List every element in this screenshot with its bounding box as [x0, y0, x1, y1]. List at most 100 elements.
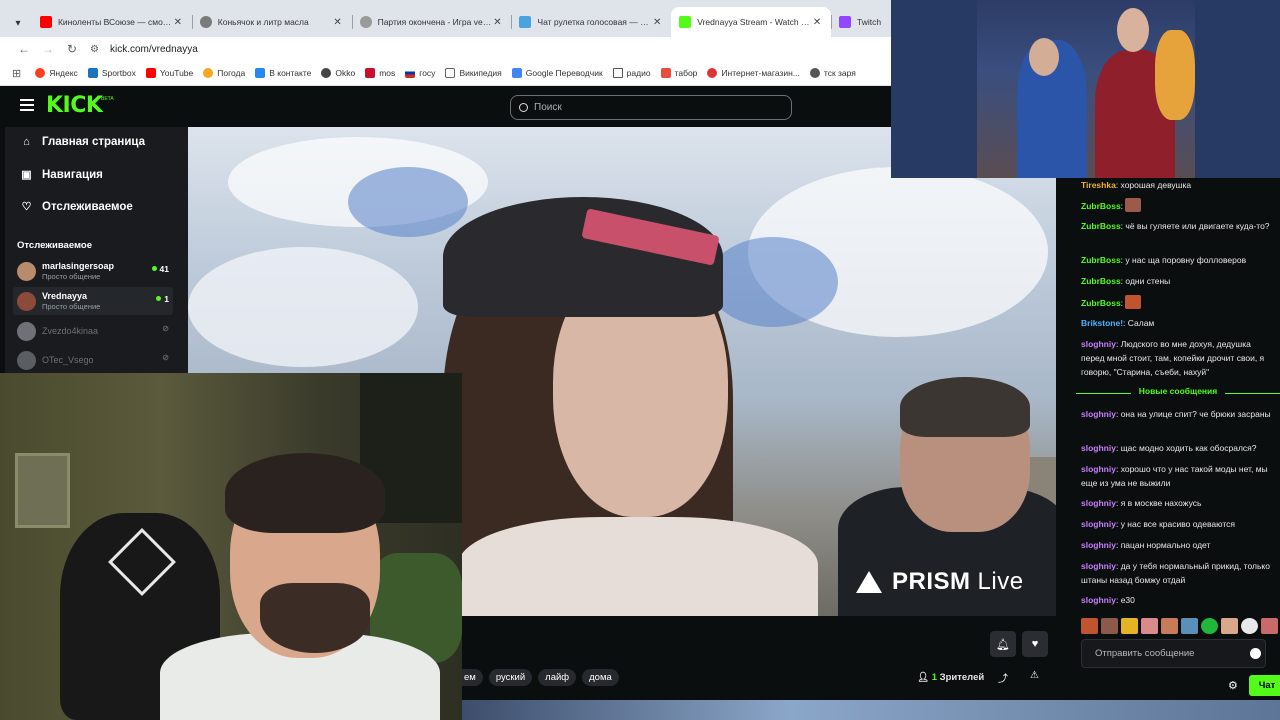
followed-channel[interactable]: marlasingersoap Просто общение 41 [13, 257, 173, 285]
emote-icon[interactable] [1221, 618, 1238, 634]
menu-icon[interactable] [20, 99, 34, 111]
chat-text: она на улице спит? че брюки засраны [1120, 409, 1271, 419]
bookmark[interactable]: YouTube [145, 68, 193, 78]
bookmark[interactable]: Википедия [445, 68, 502, 78]
nav-label: Навигация [42, 168, 103, 181]
chat-username[interactable]: sloghniy [1081, 443, 1116, 453]
emote-icon[interactable] [1141, 618, 1158, 634]
chat-username[interactable]: sloghniy [1081, 519, 1116, 529]
emote-icon[interactable] [1101, 618, 1118, 634]
browser-tab-active[interactable]: Vrednayya Stream - Watch Live ✕ [671, 7, 832, 37]
emote-icon[interactable] [1081, 618, 1098, 634]
chat-username[interactable]: sloghniy [1081, 540, 1116, 550]
emote-icon[interactable] [1241, 618, 1258, 634]
bookmark[interactable]: госу [405, 68, 435, 78]
chat-username[interactable]: sloghniy [1081, 561, 1116, 571]
chat-username[interactable]: ZubrBoss [1081, 201, 1121, 211]
back-icon[interactable]: ← [12, 42, 36, 56]
bookmark[interactable]: mos [365, 68, 395, 78]
apps-grid-icon[interactable]: ⊞ [12, 67, 21, 80]
bookmark[interactable]: табор [660, 68, 697, 78]
new-messages-divider[interactable]: Новые сообщения [1076, 386, 1280, 396]
tab-title: Коньячок и литр масла [217, 17, 309, 27]
nav-home[interactable]: ⌂ Главная страница [20, 136, 145, 148]
followed-channel[interactable]: OTec_Vsego ⊘ [13, 346, 173, 374]
tab-title: Киноленты ВСоюзе — смотре [57, 17, 172, 27]
tag[interactable]: ем [462, 669, 483, 686]
emote-icon[interactable] [1161, 618, 1178, 634]
nav-browse[interactable]: ▣ Навигация [20, 168, 103, 182]
search-input[interactable]: Поиск [510, 95, 792, 120]
chat-panel: Tireshka: хорошая девушка ZubrBoss: Zubr… [1056, 178, 1280, 700]
bookmark-label: госу [419, 68, 436, 78]
url-field[interactable]: kick.com/vrednayya [110, 44, 198, 55]
chat-message: ZubrBoss: [1081, 295, 1273, 310]
chat-username[interactable]: sloghniy [1081, 464, 1116, 474]
chat-input-placeholder: Отправить сообщение [1095, 648, 1195, 659]
gear-icon[interactable]: ⚙ [1228, 679, 1238, 692]
chat-username[interactable]: sloghniy [1081, 498, 1116, 508]
nav-following[interactable]: ♡ Отслеживаемое [20, 200, 133, 214]
chat-username[interactable]: ZubrBoss [1081, 276, 1121, 286]
google-translate-icon [511, 68, 522, 78]
chat-username[interactable]: ZubrBoss [1081, 298, 1121, 308]
emote-icon[interactable] [1181, 618, 1198, 634]
chat-username[interactable]: ZubrBoss [1081, 221, 1121, 231]
bookmark[interactable]: Погода [203, 68, 245, 78]
close-tab-icon[interactable]: ✕ [651, 17, 663, 28]
bookmark[interactable]: Google Переводчик [511, 68, 603, 78]
chat-username[interactable]: ZubrBoss [1081, 255, 1121, 265]
browser-tab[interactable]: Twitch [831, 7, 891, 37]
chat-username[interactable]: sloghniy [1081, 339, 1116, 349]
emote-icon[interactable] [1261, 618, 1278, 634]
close-tab-icon[interactable]: ✕ [491, 17, 503, 28]
chat-username[interactable]: sloghniy [1081, 409, 1116, 419]
browser-tab[interactable]: Киноленты ВСоюзе — смотре ✕ [32, 7, 192, 37]
share-icon[interactable]: ⤴ [998, 670, 1008, 685]
chat-username[interactable]: Tireshka [1081, 180, 1116, 190]
avatar [17, 291, 36, 311]
bookmark[interactable]: Интернет-магазин... [707, 68, 800, 78]
bookmark[interactable]: радио [612, 68, 651, 78]
follow-heart-icon[interactable]: ♥ [1022, 631, 1048, 657]
close-tab-icon[interactable]: ✕ [811, 17, 823, 28]
bookmark[interactable]: Okko [321, 68, 355, 78]
chat-message-input[interactable]: Отправить сообщение [1081, 639, 1266, 668]
emote-icon[interactable] [1201, 618, 1218, 634]
avatar [17, 261, 36, 281]
tab-search-icon[interactable]: ▾ [8, 9, 28, 37]
close-tab-icon[interactable]: ✕ [332, 17, 344, 28]
folder-icon [612, 68, 623, 78]
chat-message: sloghniy: Людского во мне дохуя, дедушка… [1081, 339, 1265, 377]
browser-tab[interactable]: Чат рулетка голосовая — Nek ✕ [511, 7, 671, 37]
avatar [17, 350, 36, 370]
bookmark[interactable]: Sportbox [87, 68, 136, 78]
chat-username[interactable]: Brikstone! [1081, 318, 1123, 328]
tag[interactable]: дома [582, 669, 619, 686]
kick-logo[interactable]: KICK [46, 93, 103, 118]
followed-channel-active[interactable]: Vrednayya Просто общение 1 [13, 287, 173, 315]
bookmark[interactable]: В контакте [255, 68, 311, 78]
kick-favicon-icon [679, 16, 692, 28]
browser-tab[interactable]: Коньячок и литр масла ✕ [191, 7, 352, 37]
nav-label: Отслеживаемое [42, 200, 133, 213]
heart-icon: ♡ [21, 201, 32, 213]
tag[interactable]: руский [488, 669, 533, 686]
site-info-icon[interactable]: ⚙ [90, 44, 104, 55]
emoji-icon[interactable] [1250, 648, 1261, 659]
notification-bell-icon[interactable]: 🔔︎ [990, 631, 1016, 657]
report-icon[interactable]: ⚠ [1030, 670, 1039, 681]
bookmark[interactable]: тск заря [809, 68, 856, 78]
browser-tab[interactable]: Партия окончена - Игра vege ✕ [351, 7, 512, 37]
reload-icon[interactable]: ↻ [60, 42, 84, 56]
followed-channel[interactable]: Zvezdo4kinaa ⊘ [13, 317, 173, 345]
tag[interactable]: лайф [538, 669, 577, 686]
send-chat-button[interactable]: Чат [1249, 675, 1280, 696]
forward-icon[interactable]: → [36, 42, 60, 56]
close-tab-icon[interactable]: ✕ [172, 17, 184, 28]
bookmark[interactable]: Яндекс [35, 68, 78, 78]
emote-icon[interactable] [1121, 618, 1138, 634]
chat-message: Brikstone!: Салам [1081, 318, 1155, 328]
chat-message: sloghniy: я в москве нахожусь [1081, 498, 1202, 508]
chat-username[interactable]: sloghniy [1081, 595, 1116, 605]
